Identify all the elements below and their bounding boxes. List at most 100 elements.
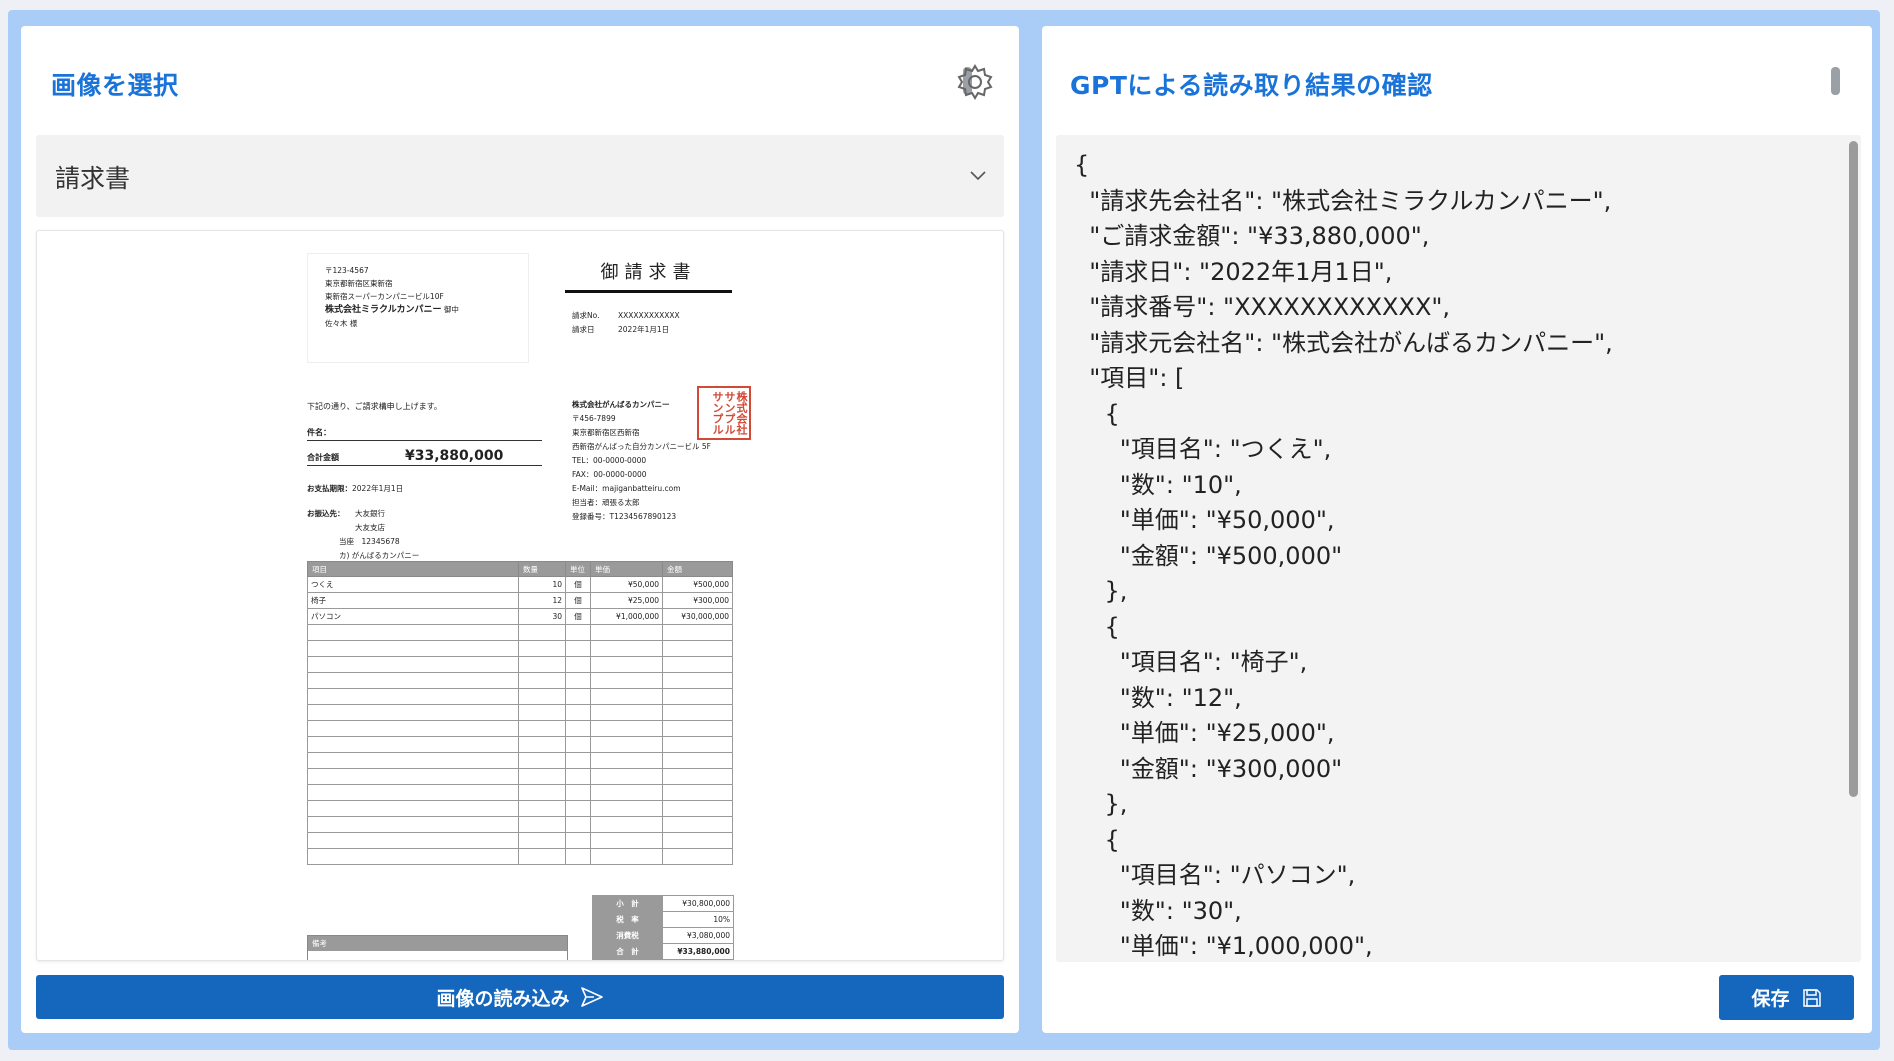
chevron-down-icon — [970, 171, 986, 181]
cell — [565, 624, 591, 641]
cell: つくえ — [307, 576, 519, 593]
cell: 個 — [565, 576, 591, 593]
empty-table-row — [307, 640, 733, 657]
empty-table-row — [307, 816, 733, 833]
cell — [590, 656, 663, 673]
cell — [590, 704, 663, 721]
cell — [518, 720, 566, 737]
column-header: 単価 — [590, 561, 663, 577]
cell — [662, 784, 733, 801]
cell — [518, 752, 566, 769]
summary-value: 10% — [662, 911, 734, 928]
toggle-handle[interactable] — [1831, 67, 1840, 95]
cell — [662, 848, 733, 865]
empty-table-row — [307, 848, 733, 865]
subject-label: 件名： — [307, 427, 542, 441]
cell: ¥1,000,000 — [590, 608, 663, 625]
cell — [565, 704, 591, 721]
empty-table-row — [307, 688, 733, 705]
bank-line: 大友支店 — [355, 523, 385, 532]
invoice-document: 〒123-4567 東京都新宿区東新宿 東新宿スーパーカンパニービル10F 株式… — [307, 253, 751, 960]
cell — [565, 752, 591, 769]
cell — [518, 784, 566, 801]
empty-table-row — [307, 752, 733, 769]
invoice-no: XXXXXXXXXXXX — [618, 311, 680, 320]
cell — [590, 752, 663, 769]
cell — [662, 720, 733, 737]
cell — [518, 640, 566, 657]
cell: 10 — [518, 576, 566, 593]
cell: ¥500,000 — [662, 576, 733, 593]
load-button-label: 画像の読み込み — [436, 987, 570, 1010]
summary-key: 小 計 — [592, 895, 663, 912]
gear-icon[interactable] — [955, 62, 995, 102]
cell — [662, 752, 733, 769]
cell — [307, 752, 519, 769]
cell — [565, 768, 591, 785]
summary-row: 税 率 10% — [592, 911, 734, 928]
cell — [518, 672, 566, 689]
cell — [307, 800, 519, 817]
cell — [590, 800, 663, 817]
result-json-text: { "請求先会社名": "株式会社ミラクルカンパニー", "ご請求金額": "¥… — [1074, 151, 1613, 960]
load-image-button[interactable]: 画像の読み込み — [36, 975, 1004, 1019]
issuer-line: FAX：00-0000-0000 — [572, 470, 647, 479]
cell — [565, 832, 591, 849]
save-button[interactable]: 保存 — [1719, 975, 1854, 1020]
cell — [518, 704, 566, 721]
cell — [307, 768, 519, 785]
cell — [662, 704, 733, 721]
bank-label: お振込先： — [307, 509, 345, 518]
summary-key: 税 率 — [592, 911, 663, 928]
recipient-address: 〒123-4567 東京都新宿区東新宿 東新宿スーパーカンパニービル10F 株式… — [307, 253, 529, 363]
summary-table: 小 計 ¥30,800,000 税 率 10% 消費税 ¥3,080,000 合 計 ¥… — [592, 895, 734, 960]
summary-row: 消費税 ¥3,080,000 — [592, 927, 734, 944]
cell — [662, 672, 733, 689]
empty-table-row — [307, 832, 733, 849]
scrollbar[interactable] — [1849, 141, 1858, 797]
cell — [662, 832, 733, 849]
cell — [590, 816, 663, 833]
invoice-date-label: 請求日 — [572, 325, 595, 334]
cell — [518, 624, 566, 641]
save-button-label: 保存 — [1751, 988, 1790, 1010]
remarks-label: 備考 — [308, 936, 567, 951]
cell — [518, 816, 566, 833]
empty-table-row — [307, 736, 733, 753]
cell — [590, 736, 663, 753]
issuer-line: 〒456-7899 — [572, 414, 616, 423]
cell — [662, 816, 733, 833]
summary-value: ¥33,880,000 — [662, 943, 734, 960]
result-textarea[interactable]: { "請求先会社名": "株式会社ミラクルカンパニー", "ご請求金額": "¥… — [1056, 135, 1861, 962]
cell — [590, 784, 663, 801]
cell — [590, 720, 663, 737]
invoice-date: 2022年1月1日 — [618, 325, 670, 334]
greeting-text: 下記の通り、ご請求構申し上げます。 — [307, 402, 442, 411]
cell — [307, 848, 519, 865]
cell — [565, 800, 591, 817]
cell — [590, 832, 663, 849]
invoice-title: 御請求書 — [565, 258, 732, 293]
column-header: 項目 — [307, 561, 519, 577]
save-icon — [1802, 988, 1821, 1007]
cell — [590, 848, 663, 865]
issuer-line: 西新宿がんばった自分カンパニービル 5F — [572, 442, 711, 451]
cell — [307, 736, 519, 753]
document-type-select[interactable]: 請求書 — [36, 135, 1004, 217]
empty-table-row — [307, 784, 733, 801]
cell: ¥25,000 — [590, 592, 663, 609]
cell — [307, 784, 519, 801]
cell — [307, 816, 519, 833]
cell — [307, 688, 519, 705]
summary-row: 小 計 ¥30,800,000 — [592, 895, 734, 912]
cell — [518, 736, 566, 753]
panel-title: 画像を選択 — [51, 71, 179, 100]
bank-line: 当座 12345678 — [339, 537, 400, 546]
summary-value: ¥3,080,000 — [662, 927, 734, 944]
cell — [565, 816, 591, 833]
panel-title: GPTによる読み取り結果の確認 — [1070, 71, 1433, 100]
issuer-line: 登録番号：T1234567890123 — [572, 512, 677, 521]
table-row: つくえ 10 個 ¥50,000 ¥500,000 — [307, 576, 733, 593]
cell: 個 — [565, 592, 591, 609]
summary-key: 合 計 — [592, 943, 663, 960]
